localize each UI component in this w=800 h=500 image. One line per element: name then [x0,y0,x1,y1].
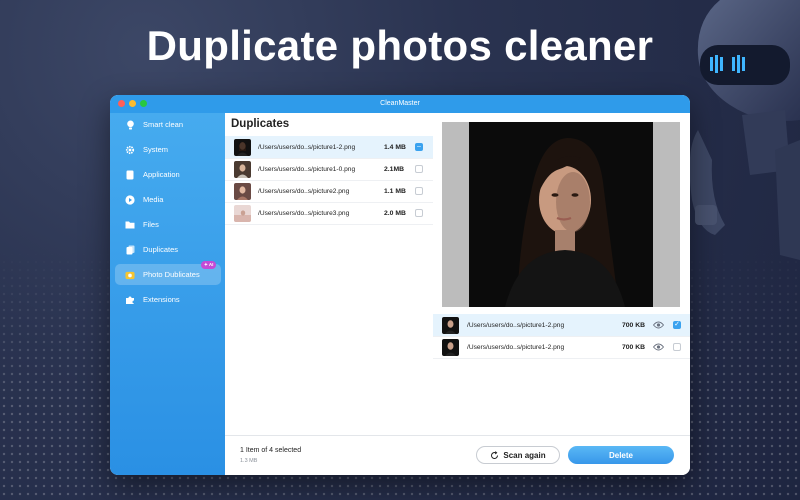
duplicate-icon [125,245,135,255]
thumbnail-image [234,138,251,156]
file-size: 2.1MB [384,165,405,173]
list-item[interactable]: /Users/users/do..s/picture2.png 1.1 MB [225,180,433,203]
eye-icon[interactable] [653,343,664,351]
folder-icon [125,220,135,230]
window-controls [118,100,147,107]
checkbox-checked[interactable]: ✓ [673,321,681,329]
bulb-icon [125,120,135,130]
sidebar-item-label: Media [143,195,164,204]
pane-title: Duplicates [231,118,290,130]
gear-icon [125,145,135,155]
photo-preview [442,122,680,307]
thumbnail-image [234,160,251,178]
portrait-photo [469,122,653,307]
sidebar-item-photo-dublicates[interactable]: Photo Dublicates ✦ AI [115,261,221,285]
photo-icon [125,270,135,280]
minimize-window-button[interactable] [129,100,136,107]
sidebar-item-system[interactable]: System [115,139,221,160]
list-item[interactable]: /Users/users/do..s/picture3.png 2.0 MB [225,202,433,225]
thumbnail-image [234,182,251,200]
file-path: /Users/users/do..s/picture2.png [258,187,350,195]
sidebar-item-application[interactable]: Application [115,164,221,185]
file-path: /Users/users/do..s/picture1-2.png [258,143,356,151]
delete-label: Delete [608,450,633,460]
file-path: /Users/users/do..s/picture1-0.png [258,165,356,173]
maximize-window-button[interactable] [140,100,147,107]
file-path: /Users/users/do..s/picture1-2.png [467,343,565,351]
checkbox[interactable] [415,187,423,195]
file-size: 2.0 MB [384,209,406,217]
close-window-button[interactable] [118,100,125,107]
sidebar-item-duplicates[interactable]: Duplicates [115,239,221,260]
play-icon [125,194,135,205]
refresh-icon [491,450,499,459]
thumbnail-image [442,338,459,356]
list-item[interactable]: /Users/users/do..s/picture1-2.png 1.4 MB… [225,136,433,159]
title-bar: CleanMaster [110,95,690,113]
window-title: CleanMaster [380,100,420,107]
preview-pane: /Users/users/do..s/picture1-2.png 700 KB… [433,113,690,435]
sidebar-item-label: Extensions [143,295,180,304]
eye-icon[interactable] [653,321,664,329]
scan-again-button[interactable]: Scan again [476,446,560,464]
preview-file-row[interactable]: /Users/users/do..s/picture1-2.png 700 KB… [433,314,690,337]
thumbnail-image [234,204,251,222]
sidebar: Smart clean System Application Media Fil… [110,113,225,475]
file-size: 700 KB [622,343,646,351]
selection-summary: 1 Item of 4 selected [240,447,302,454]
sidebar-item-smart-clean[interactable]: Smart clean [115,114,221,135]
sidebar-item-label: Files [143,220,159,229]
delete-button[interactable]: Delete [568,446,674,464]
checkbox[interactable] [673,343,681,351]
checkbox[interactable] [415,209,423,217]
checkbox-partial[interactable]: – [415,143,423,151]
checkbox[interactable] [415,165,423,173]
sidebar-item-files[interactable]: Files [115,214,221,235]
app-icon [125,170,135,180]
list-item[interactable]: /Users/users/do..s/picture1-0.png 2.1MB [225,158,433,181]
ai-badge: ✦ AI [201,261,217,269]
file-path: /Users/users/do..s/picture1-2.png [467,321,565,329]
sidebar-item-label: System [143,145,169,154]
scan-again-label: Scan again [503,450,546,460]
file-size: 700 KB [622,321,646,329]
robot-mascot-icon [689,0,800,260]
file-path: /Users/users/do..s/picture3.png [258,209,350,217]
file-size: 1.1 MB [384,187,406,195]
file-size: 1.4 MB [384,143,406,151]
app-window: CleanMaster Smart clean System Applicati… [110,95,690,475]
footer-bar: 1 Item of 4 selected 1.3 MB Scan again D… [225,435,690,475]
duplicates-list-pane: Duplicates /Users/users/do..s/picture1-2… [225,113,434,435]
sidebar-item-extensions[interactable]: Extensions [115,289,221,310]
thumbnail-image [442,316,459,334]
preview-file-row[interactable]: /Users/users/do..s/picture1-2.png 700 KB [433,336,690,359]
selection-size: 1.3 MB [240,458,258,464]
sidebar-item-label: Application [143,170,180,179]
puzzle-icon [125,295,135,305]
sidebar-item-label: Photo Dublicates [143,270,200,279]
sidebar-item-label: Duplicates [143,245,179,254]
sidebar-item-label: Smart clean [143,120,184,129]
sidebar-item-media[interactable]: Media [115,189,221,210]
